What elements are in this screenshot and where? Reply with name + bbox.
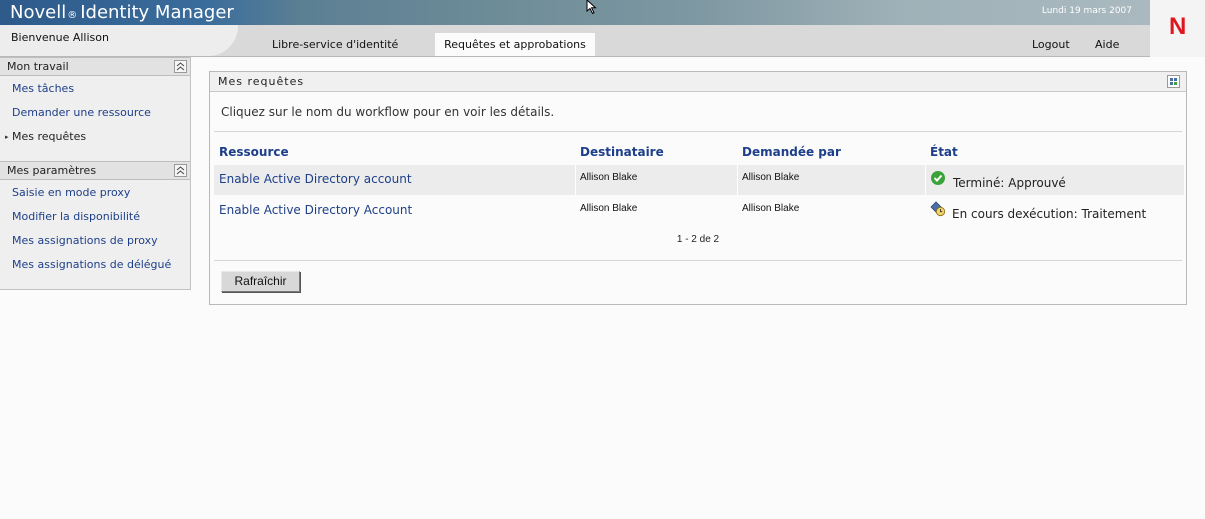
app-name: Novell (10, 2, 67, 23)
collapse-icon[interactable] (174, 60, 187, 73)
sidebar-item-assignations-proxy[interactable]: Mes assignations de proxy (12, 234, 158, 247)
table-row: Enable Active Directory account Allison … (214, 165, 1184, 195)
sidebar-item-mes-taches[interactable]: Mes tâches (12, 82, 74, 95)
current-date: Lundi 19 mars 2007 (1041, 6, 1132, 16)
panel-options-icon[interactable] (1167, 75, 1180, 88)
column-header-demandee-par[interactable]: Demandée par (742, 145, 841, 159)
requested-by-cell: Allison Blake (742, 172, 800, 183)
tab-libre-service[interactable]: Libre-service d'identité (272, 33, 398, 56)
sidebar-section-title: Mon travail (7, 60, 69, 73)
sidebar-item-mes-requetes[interactable]: Mes requêtes (12, 130, 86, 143)
novell-logo[interactable]: N (1150, 0, 1205, 57)
bullet-icon: ▸ (5, 133, 9, 141)
sidebar-section-mon-travail[interactable]: Mon travail (0, 57, 190, 76)
refresh-button[interactable]: Rafraîchir (221, 271, 300, 292)
panel-title-bar: Mes requêtes (210, 72, 1186, 92)
state-cell: En cours dexécution: Traitement (952, 207, 1147, 221)
help-link[interactable]: Aide (1095, 38, 1119, 51)
novell-n-icon: N (1169, 13, 1187, 40)
column-header-etat[interactable]: État (930, 145, 958, 159)
recipient-cell: Allison Blake (580, 203, 638, 214)
sidebar-item-disponibilite[interactable]: Modifier la disponibilité (12, 210, 140, 223)
divider (214, 131, 1182, 132)
check-circle-icon (931, 171, 945, 185)
instruction-text: Cliquez sur le nom du workflow pour en v… (221, 105, 555, 119)
sidebar-item-demander-ressource[interactable]: Demander une ressource (12, 106, 151, 119)
sidebar-item-saisie-proxy[interactable]: Saisie en mode proxy (12, 186, 130, 199)
welcome-text: Bienvenue Allison (11, 31, 109, 44)
table-row: Enable Active Directory Account Allison … (214, 196, 1184, 226)
sidebar-section-title: Mes paramètres (7, 164, 97, 177)
requests-panel: Mes requêtes Cliquez sur le nom du workf… (209, 71, 1187, 305)
column-header-destinataire[interactable]: Destinataire (580, 145, 664, 159)
collapse-icon[interactable] (174, 164, 187, 177)
divider (214, 260, 1182, 261)
recipient-cell: Allison Blake (580, 172, 638, 183)
pagination-info: 1 - 2 de 2 (676, 234, 720, 245)
running-clock-icon (930, 201, 946, 217)
logout-link[interactable]: Logout (1032, 38, 1070, 51)
app-product: Identity Manager (80, 2, 234, 23)
sidebar-item-assignations-delegue[interactable]: Mes assignations de délégué (12, 258, 171, 271)
resource-link[interactable]: Enable Active Directory account (219, 172, 412, 186)
app-title: Novell® Identity Manager (10, 2, 234, 27)
tab-requetes-approbations[interactable]: Requêtes et approbations (435, 33, 595, 56)
sidebar: Mon travail Mes tâches Demander une ress… (0, 57, 191, 290)
mouse-cursor-icon (586, 0, 597, 14)
sidebar-section-mes-parametres[interactable]: Mes paramètres (0, 161, 190, 180)
panel-title: Mes requêtes (218, 75, 305, 88)
header-nav-bar: Bienvenue Allison Libre-service d'identi… (0, 25, 1150, 57)
column-header-ressource[interactable]: Ressource (219, 145, 289, 159)
header-banner: Novell® Identity Manager Lundi 19 mars 20… (0, 0, 1150, 25)
state-cell: Terminé: Approuvé (953, 176, 1066, 190)
registered-mark: ® (67, 10, 78, 21)
welcome-area: Bienvenue Allison (0, 25, 238, 56)
resource-link[interactable]: Enable Active Directory Account (219, 203, 412, 217)
requested-by-cell: Allison Blake (742, 203, 800, 214)
